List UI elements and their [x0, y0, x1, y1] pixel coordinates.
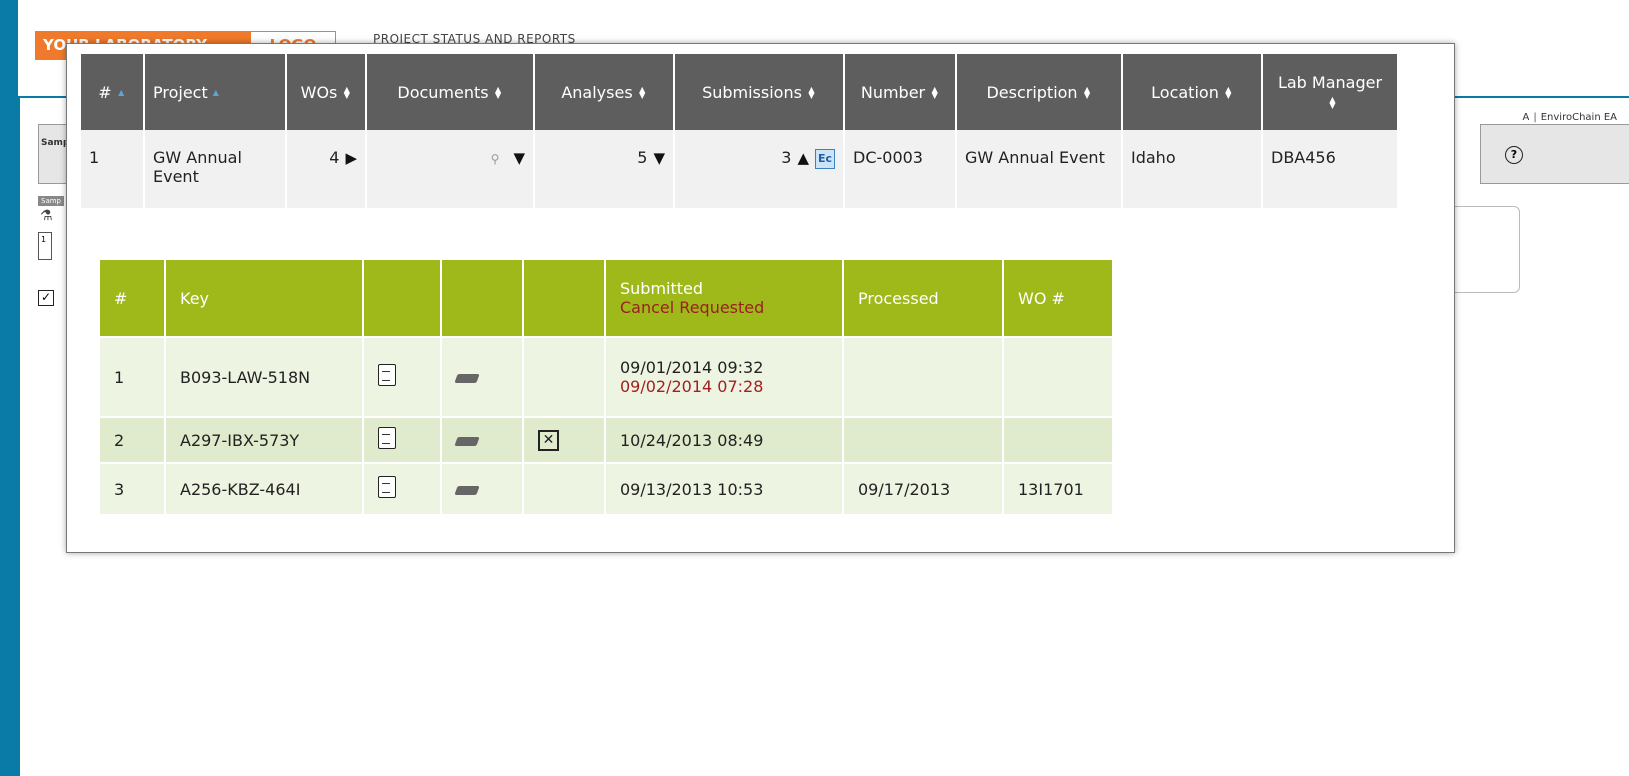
submissions-header-row: # Key Submitted Cancel Requested Processe… — [100, 260, 1112, 336]
sub-num: 2 — [100, 418, 164, 462]
sub-col-key: Key — [166, 260, 362, 336]
bottle-icon[interactable]: ⚗ — [40, 208, 53, 224]
project-lab-manager: DBA456 — [1263, 130, 1397, 208]
document-icon[interactable] — [378, 476, 396, 498]
nav-prefix[interactable]: A — [1523, 112, 1530, 123]
sort-asc-icon: ▲ — [118, 88, 125, 97]
col-location[interactable]: Location ▲ ▼ — [1123, 54, 1261, 130]
sub-col-processed: Processed — [844, 260, 1002, 336]
cancel-x-icon[interactable]: ✕ — [538, 430, 559, 451]
sort-icon: ▲ ▼ — [1225, 85, 1232, 100]
submission-row[interactable]: 2 A297-IBX-573Y ✕ 10/24/2013 08:49 — [100, 418, 1112, 462]
col-number[interactable]: Number ▲ ▼ — [845, 54, 955, 130]
sort-icon: ▲ ▼ — [639, 85, 646, 100]
col-documents[interactable]: Documents ▲ ▼ — [367, 54, 533, 130]
col-analyses[interactable]: Analyses ▲ ▼ — [535, 54, 673, 130]
document-icon[interactable] — [378, 427, 396, 449]
project-number: DC-0003 — [845, 130, 955, 208]
sort-icon: ▲ ▼ — [1329, 94, 1336, 110]
sub-col-file — [442, 260, 522, 336]
sub-processed — [844, 338, 1002, 416]
sub-processed — [844, 418, 1002, 462]
sample-tab[interactable]: Samp — [38, 196, 64, 206]
project-description: GW Annual Event — [957, 130, 1121, 208]
sort-icon: ▲ ▼ — [343, 85, 350, 100]
collapse-up-icon[interactable]: ▲ — [797, 149, 809, 167]
project-table: # ▲ Project ▲ WOs ▲ ▼ Documents ▲ ▼ Analyses ▲ ▼… — [79, 54, 1399, 208]
sub-processed: 09/17/2013 — [844, 464, 1002, 514]
project-analyses: 5 ▼ — [535, 130, 673, 208]
sub-key: B093-LAW-518N — [166, 338, 362, 416]
sub-col-wo: WO # — [1004, 260, 1112, 336]
sub-submitted: 10/24/2013 08:49 — [606, 418, 842, 462]
col-wos[interactable]: WOs ▲ ▼ — [287, 54, 365, 130]
project-wos: 4 ▶ — [287, 130, 365, 208]
tray-icon[interactable] — [454, 485, 480, 495]
sub-key: A297-IBX-573Y — [166, 418, 362, 462]
expand-down-icon[interactable]: ▼ — [653, 149, 665, 167]
col-submissions[interactable]: Submissions ▲ ▼ — [675, 54, 843, 130]
select-checkbox[interactable]: ✓ — [38, 290, 54, 306]
col-project[interactable]: Project ▲ — [145, 54, 285, 130]
sub-cancel-cell — [524, 464, 604, 514]
sub-wo — [1004, 338, 1112, 416]
project-name: GW Annual Event — [145, 130, 285, 208]
sub-col-cancel — [524, 260, 604, 336]
sort-icon: ▲ ▼ — [495, 85, 502, 100]
sort-icon: ▲ ▼ — [808, 85, 815, 100]
expand-down-icon[interactable]: ▼ — [513, 149, 525, 167]
col-lab-manager[interactable]: Lab Manager▲ ▼ — [1263, 54, 1397, 130]
project-location: Idaho — [1123, 130, 1261, 208]
submission-row[interactable]: 1 B093-LAW-518N 09/01/2014 09:32 09/02/20… — [100, 338, 1112, 416]
ec-icon[interactable]: Ec — [815, 148, 835, 169]
project-num: 1 — [81, 130, 143, 208]
top-nav: A | EnviroChain EA — [1522, 112, 1617, 123]
tray-icon[interactable] — [454, 436, 480, 446]
submissions-table: # Key Submitted Cancel Requested Processe… — [98, 258, 1114, 516]
sub-col-num: # — [100, 260, 164, 336]
sub-col-doc — [364, 260, 440, 336]
sub-key: A256-KBZ-464I — [166, 464, 362, 514]
expand-right-icon[interactable]: ▶ — [345, 149, 357, 167]
project-row[interactable]: 1 GW Annual Event 4 ▶ ⚲ ▼ 5 ▼ 3 ▲ Ec DC-0003 … — [81, 130, 1397, 208]
col-num[interactable]: # ▲ — [81, 54, 143, 130]
sort-asc-icon: ▲ — [212, 88, 219, 97]
sub-wo: 13I1701 — [1004, 464, 1112, 514]
document-icon[interactable] — [378, 364, 396, 386]
help-icon[interactable]: ? — [1505, 146, 1523, 164]
sub-cancel-cell — [524, 338, 604, 416]
sample-count-box: 1 — [38, 232, 52, 260]
project-submissions: 3 ▲ Ec — [675, 130, 843, 208]
sub-submitted: 09/01/2014 09:32 09/02/2014 07:28 — [606, 338, 842, 416]
right-info-box — [1448, 206, 1520, 293]
submission-row[interactable]: 3 A256-KBZ-464I 09/13/2013 10:53 09/17/2… — [100, 464, 1112, 514]
sub-submitted: 09/13/2013 10:53 — [606, 464, 842, 514]
nav-envirochain-link[interactable]: EnviroChain EA — [1541, 112, 1617, 123]
sub-wo — [1004, 418, 1112, 462]
col-description[interactable]: Description ▲ ▼ — [957, 54, 1121, 130]
sub-cancel-requested: 09/02/2014 07:28 — [620, 377, 764, 396]
right-header-panel — [1480, 124, 1629, 184]
project-header-row: # ▲ Project ▲ WOs ▲ ▼ Documents ▲ ▼ Analyses ▲ ▼… — [81, 54, 1397, 130]
sort-icon: ▲ ▼ — [1083, 85, 1091, 100]
project-documents: ⚲ ▼ — [367, 130, 533, 208]
tray-icon[interactable] — [454, 373, 480, 383]
magnifier-icon[interactable]: ⚲ — [491, 152, 500, 166]
sub-num: 1 — [100, 338, 164, 416]
sub-col-submitted: Submitted Cancel Requested — [606, 260, 842, 336]
sort-icon: ▲ ▼ — [931, 85, 938, 100]
sub-num: 3 — [100, 464, 164, 514]
project-popup: # ▲ Project ▲ WOs ▲ ▼ Documents ▲ ▼ Analyses ▲ ▼… — [66, 43, 1455, 553]
